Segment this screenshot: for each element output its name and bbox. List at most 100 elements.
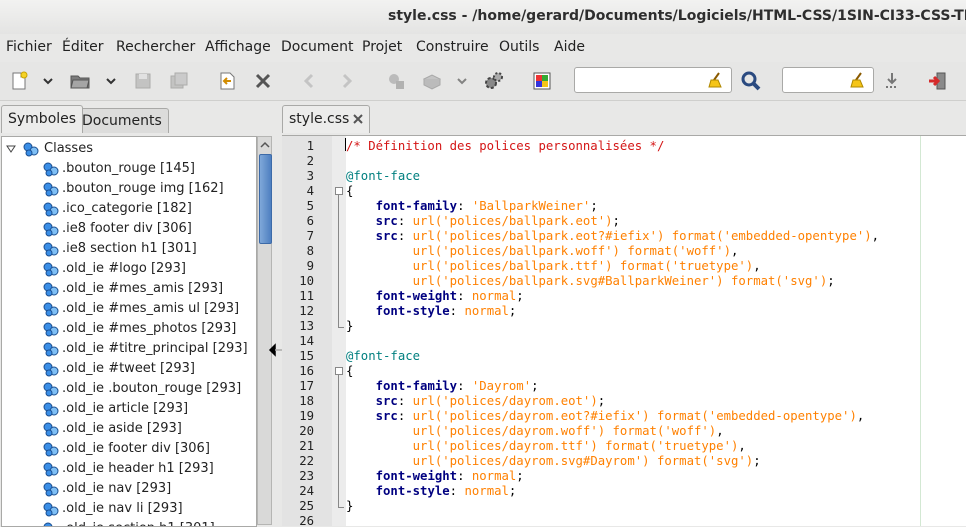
goto-line-input[interactable] — [789, 72, 853, 90]
tree-item[interactable]: .ie8 footer div [306] — [4, 219, 254, 239]
tree-item[interactable]: .ie8 section h1 [301] — [4, 239, 254, 259]
broom-icon[interactable] — [707, 71, 725, 89]
code-token: ; — [516, 469, 524, 483]
tree-item[interactable]: .ico_categorie [182] — [4, 199, 254, 219]
sidebar-scroll-thumb[interactable] — [259, 154, 272, 244]
execute-button[interactable] — [481, 68, 507, 94]
menu-projet[interactable]: Projet — [362, 39, 402, 55]
tree-item[interactable]: .old_ie #mes_photos [293] — [4, 319, 254, 339]
symbol-tree[interactable]: Classes .bouton_rouge [145] .bouton_rouge… — [1, 136, 257, 527]
code-line[interactable]: font-style: normal; — [346, 304, 517, 319]
code-line[interactable]: url('polices/dayrom.woff') format('woff'… — [346, 424, 724, 439]
code-editor[interactable]: 1 2 3 4 5 6 7 8 9 10 11 12 13 14 15 16 17 18 19 20 21 22 23 24 2… — [282, 135, 966, 526]
code-line[interactable]: font-family: 'Dayrom'; — [346, 379, 539, 394]
code-line[interactable]: font-style: normal; — [346, 484, 517, 499]
tab-symboles[interactable]: Symboles — [1, 105, 84, 133]
code-line[interactable]: /* Définition des polices personnalisées… — [346, 139, 664, 154]
tree-item[interactable]: .old_ie section h1 [301] — [4, 519, 254, 526]
tree-item[interactable]: .old_ie #tweet [293] — [4, 359, 254, 379]
expander-triangle-icon[interactable] — [6, 144, 16, 154]
fold-margin[interactable] — [332, 136, 346, 526]
compile-button[interactable] — [383, 68, 409, 94]
color-chooser-button[interactable] — [529, 68, 555, 94]
tree-item[interactable]: .bouton_rouge img [162] — [4, 179, 254, 199]
code-line[interactable]: src: url('polices/ballpark.eot'); — [346, 214, 620, 229]
save-button[interactable] — [130, 68, 156, 94]
code-token: font-style — [375, 484, 450, 498]
code-token: src — [375, 409, 398, 423]
tree-item[interactable]: .old_ie nav li [293] — [4, 499, 254, 519]
fold-toggle[interactable] — [335, 187, 343, 195]
tree-item[interactable]: .old_ie #mes_amis [293] — [4, 279, 254, 299]
code-line[interactable]: src: url('polices/dayrom.eot'); — [346, 394, 606, 409]
jump-to-line-button[interactable] — [879, 68, 905, 94]
fold-toggle[interactable] — [335, 367, 343, 375]
broom-icon[interactable] — [849, 71, 867, 89]
code-token: url('polices/ballpark.svg#BallparkWeiner… — [412, 274, 828, 288]
save-all-button[interactable] — [166, 68, 192, 94]
menu-aide[interactable]: Aide — [554, 39, 585, 55]
scroll-up-icon[interactable] — [260, 140, 270, 150]
tree-item[interactable]: .old_ie footer div [306] — [4, 439, 254, 459]
menu-editer[interactable]: Éditer — [62, 39, 103, 55]
document-tab-style-css[interactable]: style.css — [282, 105, 370, 133]
code-line[interactable]: src: url('polices/ballpark.eot?#iefix') … — [346, 229, 879, 244]
code-line[interactable]: font-weight: normal; — [346, 469, 524, 484]
code-line[interactable]: url('polices/ballpark.ttf') format('true… — [346, 259, 761, 274]
code-line[interactable]: { — [346, 184, 353, 199]
code-line[interactable]: @font-face — [346, 349, 420, 364]
tree-item[interactable]: .old_ie #mes_amis ul [293] — [4, 299, 254, 319]
menu-fichier[interactable]: Fichier — [6, 39, 52, 55]
code-line[interactable]: } — [346, 319, 353, 334]
code-line[interactable]: url('polices/ballpark.woff') format('wof… — [346, 244, 739, 259]
find-button[interactable] — [738, 68, 764, 94]
tree-root-classes[interactable]: Classes — [4, 139, 254, 159]
code-line[interactable]: font-weight: normal; — [346, 289, 524, 304]
tree-item[interactable]: .old_ie .bouton_rouge [293] — [4, 379, 254, 399]
menu-rechercher[interactable]: Rechercher — [116, 39, 195, 55]
tree-item[interactable]: .old_ie article [293] — [4, 399, 254, 419]
chevron-down-icon — [457, 78, 467, 85]
open-file-dropdown[interactable] — [106, 74, 116, 88]
code-line[interactable]: @font-face — [346, 169, 420, 184]
line-number: 4 — [306, 184, 314, 198]
tree-item[interactable]: .old_ie header h1 [293] — [4, 459, 254, 479]
tab-documents[interactable]: Documents — [75, 108, 169, 133]
build-button[interactable] — [419, 68, 445, 94]
menu-outils[interactable]: Outils — [499, 39, 539, 55]
search-field[interactable] — [574, 67, 732, 93]
tree-item[interactable]: .bouton_rouge [145] — [4, 159, 254, 179]
tree-item[interactable]: .old_ie nav [293] — [4, 479, 254, 499]
code-line[interactable]: url('polices/ballpark.svg#BallparkWeiner… — [346, 274, 835, 289]
navigate-back-button[interactable] — [297, 68, 323, 94]
menu-affichage[interactable]: Affichage — [205, 39, 271, 55]
revert-button[interactable] — [214, 68, 240, 94]
code-line[interactable]: { — [346, 364, 353, 379]
menu-construire[interactable]: Construire — [416, 39, 489, 55]
sidebar-scrollbar[interactable] — [257, 136, 272, 525]
close-icon[interactable] — [352, 113, 364, 125]
code-token: : — [397, 409, 413, 423]
tree-item[interactable]: .old_ie #logo [293] — [4, 259, 254, 279]
goto-line-field[interactable] — [782, 67, 874, 93]
main-toolbar — [0, 62, 966, 101]
code-line[interactable]: url('polices/dayrom.ttf') format('truety… — [346, 439, 746, 454]
navigate-forward-button[interactable] — [333, 68, 359, 94]
code-line[interactable]: font-family: 'BallparkWeiner'; — [346, 199, 598, 214]
tree-item[interactable]: .old_ie aside [293] — [4, 419, 254, 439]
open-file-button[interactable] — [67, 68, 93, 94]
search-input[interactable] — [581, 72, 705, 90]
tree-item[interactable]: .old_ie #titre_principal [293] — [4, 339, 254, 359]
code-token: { — [346, 364, 354, 378]
new-file-button[interactable] — [6, 68, 32, 94]
panel-splitter[interactable] — [274, 101, 282, 525]
quit-button[interactable] — [925, 68, 951, 94]
code-line[interactable]: src: url('polices/dayrom.eot?#iefix') fo… — [346, 409, 865, 424]
menu-document[interactable]: Document — [281, 39, 354, 55]
new-file-dropdown[interactable] — [43, 74, 53, 88]
code-line[interactable]: } — [346, 499, 353, 514]
close-file-button[interactable] — [250, 68, 276, 94]
code-line[interactable]: url('polices/dayrom.svg#Dayrom') format(… — [346, 454, 761, 469]
build-dropdown[interactable] — [457, 74, 467, 88]
